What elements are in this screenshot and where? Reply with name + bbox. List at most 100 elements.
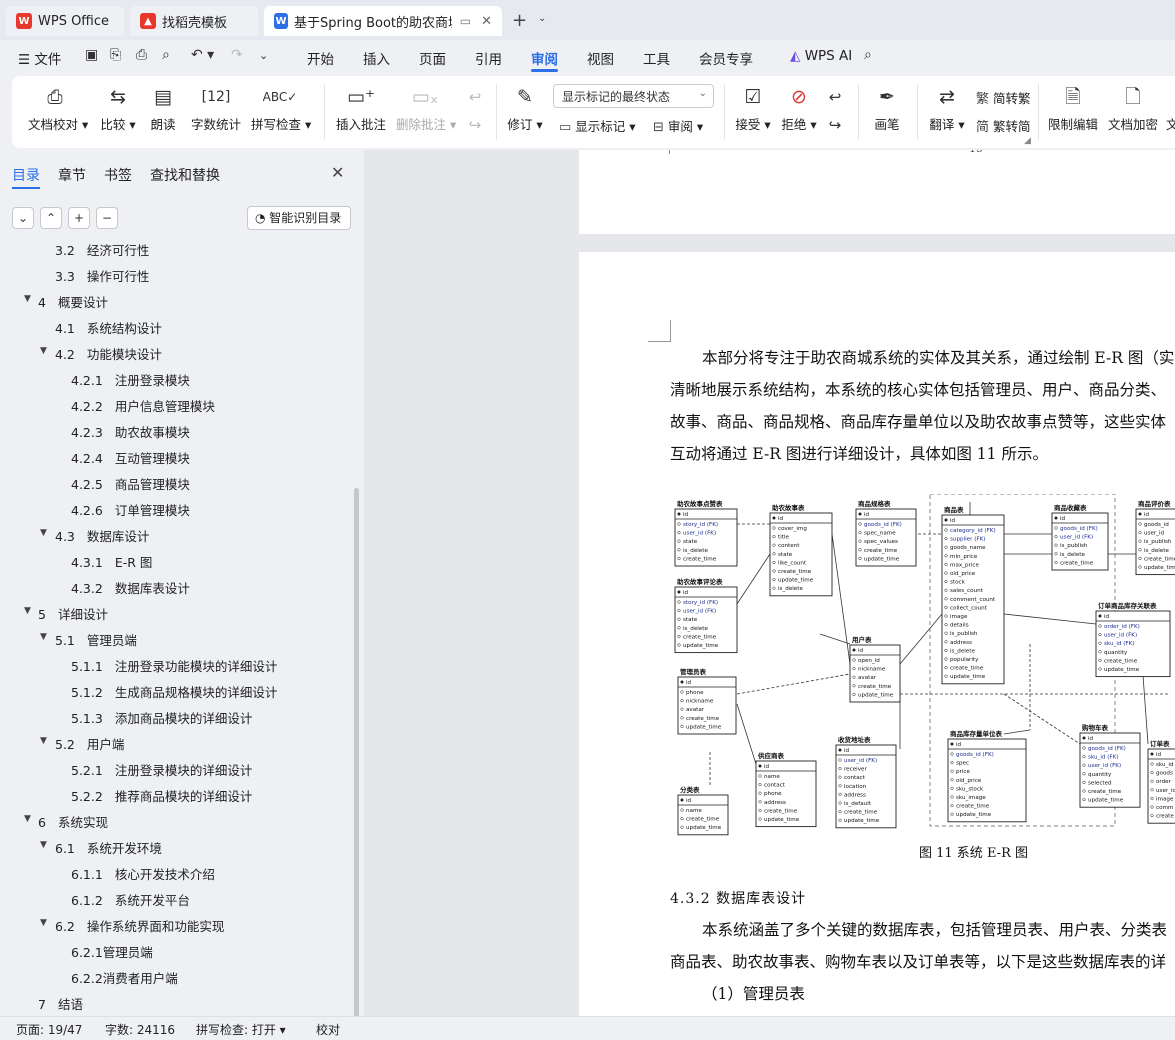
translate-button[interactable]: ⇄ 翻译 ▾: [928, 84, 966, 133]
to-traditional-button[interactable]: 繁简转繁: [976, 88, 1031, 107]
body-paragraph[interactable]: （1）管理员表: [670, 978, 1175, 1010]
doc-encrypt-button[interactable]: 🗋 文档加密: [1108, 84, 1158, 133]
er-entity[interactable]: 收货地址表 id user_id (FK) receiver contact locati…: [835, 735, 897, 829]
word-count-button[interactable]: [12] 字数统计: [190, 84, 242, 133]
tab-find-replace[interactable]: 查找和替换: [150, 165, 220, 185]
toc-item[interactable]: 5.1.2 生成商品规格模块的详细设计: [0, 682, 352, 702]
er-entity[interactable]: 助农故事表 id cover_imgtitle content state like_co…: [769, 503, 833, 597]
menu-start[interactable]: 开始: [307, 48, 334, 68]
smart-toc-button[interactable]: ◔ 智能识别目录: [247, 206, 351, 230]
er-entity[interactable]: 助农故事评论表 id story_id (FK) user_id (FK) state i…: [674, 577, 738, 654]
er-diagram[interactable]: 助农故事点赞表 id story_id (FK) user_id (FK) state i…: [670, 494, 1175, 839]
show-markup-button[interactable]: ▭ 显示标记 ▾: [559, 116, 636, 135]
toc-item[interactable]: 4.1 系统结构设计: [0, 318, 352, 338]
toc-item[interactable]: 4.3.1 E-R 图: [0, 552, 352, 572]
new-tab-icon[interactable]: +: [512, 10, 527, 31]
toc-item[interactable]: 5.1.3 添加商品模块的详细设计: [0, 708, 352, 728]
spell-check-status[interactable]: 拼写检查: 打开 ▾: [196, 1021, 286, 1038]
print-icon[interactable]: ⎙: [136, 47, 147, 63]
toc-item[interactable]: 4.2.4 互动管理模块: [0, 448, 352, 468]
toc-item[interactable]: 5.2.1 注册登录模块的详细设计: [0, 760, 352, 780]
toc-item[interactable]: 4.3.2 数据库表设计: [0, 578, 352, 598]
print-preview-icon[interactable]: ⌕: [162, 47, 170, 63]
toc-item[interactable]: ▼ 4 概要设计: [0, 292, 352, 312]
page-indicator[interactable]: 页面: 19/47: [16, 1021, 82, 1038]
tab-chapters[interactable]: 章节: [58, 165, 86, 185]
menu-reference[interactable]: 引用: [475, 48, 502, 68]
markup-mode-select[interactable]: 显示标记的最终状态 ⌄: [553, 84, 714, 108]
accept-button[interactable]: ☑ 接受 ▾: [734, 84, 772, 133]
remove-heading-button[interactable]: −: [96, 207, 118, 229]
er-entity[interactable]: 商品库存量单位表 id goods_id (FK) spec price old_pric…: [947, 729, 1027, 823]
menu-tools[interactable]: 工具: [643, 48, 670, 68]
expand-triangle-icon[interactable]: ▼: [24, 294, 31, 304]
toc-item[interactable]: 6.1.2 系统开发平台: [0, 890, 352, 910]
expand-triangle-icon[interactable]: ▼: [24, 814, 31, 824]
expand-triangle-icon[interactable]: ▼: [40, 528, 47, 538]
expand-triangle-icon[interactable]: ▼: [40, 632, 47, 642]
document-canvas[interactable]: 15 本部分将专注于助农商城系统的实体及其关系，通过绘制 E-R 图（实 清晰地…: [364, 150, 1175, 1016]
toc-item[interactable]: 7 结语: [0, 994, 352, 1014]
restrict-edit-button[interactable]: 🗎 限制编辑: [1048, 84, 1098, 133]
collapse-up-button[interactable]: ⌃: [40, 207, 62, 229]
toc-item[interactable]: 4.2.5 商品管理模块: [0, 474, 352, 494]
toc-item[interactable]: ▼ 4.2 功能模块设计: [0, 344, 352, 364]
toc-item[interactable]: ▼ 5.1 管理员端: [0, 630, 352, 650]
toc-item[interactable]: 5.1.1 注册登录功能模块的详细设计: [0, 656, 352, 676]
delete-comment-button[interactable]: ▭ₓ 删除批注 ▾: [396, 84, 456, 133]
er-entity[interactable]: 助农故事点赞表 id story_id (FK) user_id (FK) state i…: [674, 499, 738, 567]
toc-item[interactable]: ▼ 6.2 操作系统界面和功能实现: [0, 916, 352, 936]
toc-item[interactable]: ▼ 5 详细设计: [0, 604, 352, 624]
prev-change-button[interactable]: ↩ ↪: [824, 84, 846, 134]
toc-item[interactable]: ▼ 6.1 系统开发环境: [0, 838, 352, 858]
review-pane-button[interactable]: ⊟ 审阅 ▾: [653, 116, 703, 135]
er-entity[interactable]: 购物车表 id goods_id (FK) sku_id (FK) user_id (F…: [1079, 723, 1141, 808]
save-icon[interactable]: ▣: [85, 47, 98, 63]
menu-member[interactable]: 会员专享: [699, 48, 753, 68]
proofread-status[interactable]: 校对: [316, 1021, 340, 1038]
toc-item[interactable]: 4.2.2 用户信息管理模块: [0, 396, 352, 416]
word-count-indicator[interactable]: 字数: 24116: [105, 1021, 175, 1038]
er-entity[interactable]: 订单商品库存关联表 id order_id (FK) user_id (FK) sku_…: [1095, 601, 1171, 678]
revise-button[interactable]: ✎ 修订 ▾: [506, 84, 544, 133]
close-tab-icon[interactable]: ✕: [481, 14, 492, 29]
reject-button[interactable]: ⊘ 拒绝 ▾: [780, 84, 818, 133]
toc-item[interactable]: 3.2 经济可行性: [0, 240, 352, 260]
insert-comment-button[interactable]: ▭⁺ 插入批注: [336, 84, 386, 133]
toc-item[interactable]: 6.2.1管理员端: [0, 942, 352, 962]
toc-item[interactable]: ▼ 6 系统实现: [0, 812, 352, 832]
expand-triangle-icon[interactable]: ▼: [40, 918, 47, 928]
er-entity[interactable]: 管理员表 id phone nickname avatar create_timeupda…: [677, 667, 737, 735]
er-entity[interactable]: 订单表 id sku_idgoods order user_idimage comm cre…: [1147, 739, 1175, 824]
redo-icon[interactable]: ↷: [231, 47, 243, 63]
close-icon[interactable]: ✕: [331, 163, 344, 182]
tab-bookmarks[interactable]: 书签: [104, 165, 132, 185]
tab-list-chevron-icon[interactable]: ⌄: [538, 13, 546, 24]
to-simplified-button[interactable]: 简繁转简: [976, 116, 1031, 135]
menu-page[interactable]: 页面: [419, 48, 446, 68]
export-icon[interactable]: ⎘: [110, 47, 121, 63]
spell-check-button[interactable]: ABC✓ 拼写检查 ▾: [251, 84, 311, 133]
er-entity[interactable]: 供应商表 id name contact phone address create_time…: [755, 751, 817, 828]
compare-button[interactable]: ⇆ 比较 ▾: [98, 84, 138, 133]
tab-wps-office[interactable]: W WPS Office: [6, 6, 124, 36]
doc-check-button[interactable]: ⎙ 文档校对 ▾: [28, 84, 88, 133]
toc-item[interactable]: 4.2.1 注册登录模块: [0, 370, 352, 390]
quick-access-chevron-icon[interactable]: ⌄: [259, 49, 268, 62]
tab-toc[interactable]: 目录: [12, 165, 40, 185]
toc-item[interactable]: 3.3 操作可行性: [0, 266, 352, 286]
more-ribbon-button[interactable]: 文: [1166, 84, 1175, 133]
toc-item[interactable]: ▼ 5.2 用户端: [0, 734, 352, 754]
read-aloud-button[interactable]: ▤ 朗读: [148, 84, 178, 133]
section-heading[interactable]: 4.3.2 数据库表设计: [670, 888, 806, 908]
er-entity[interactable]: 分类表 id name create_time update_time: [677, 785, 729, 836]
wps-ai-button[interactable]: ◭ WPS AI: [790, 48, 852, 64]
expand-down-button[interactable]: ⌄: [12, 207, 34, 229]
toc-item[interactable]: 6.2.2消费者用户端: [0, 968, 352, 988]
undo-icon[interactable]: ↶ ▾: [191, 47, 214, 63]
add-heading-button[interactable]: +: [68, 207, 90, 229]
expand-triangle-icon[interactable]: ▼: [40, 840, 47, 850]
tab-document[interactable]: W 基于Spring Boot的助农商城的 ▭ ✕: [264, 6, 502, 36]
toc-item[interactable]: 6.1.1 核心开发技术介绍: [0, 864, 352, 884]
er-entity[interactable]: 商品表 id category_id (FK) supplier (FK) goods_…: [941, 505, 1005, 685]
